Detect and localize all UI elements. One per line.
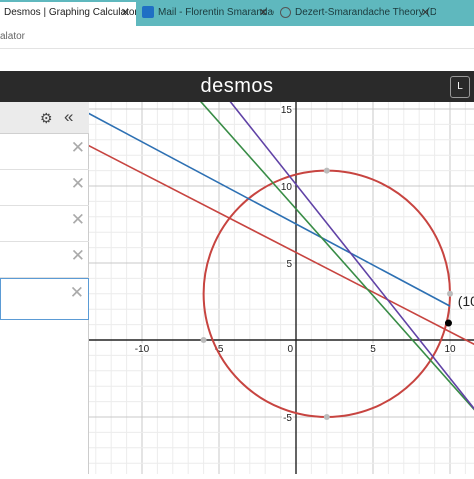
curves [80,86,474,418]
tab-mail[interactable]: Mail - Florentin Smarandache - O ✕ [138,2,274,26]
expression-row[interactable]: ✕ [0,242,89,278]
delete-icon[interactable]: ✕ [71,210,85,230]
point-circle-bottom [323,414,330,420]
outlook-icon [142,6,154,19]
tab-dezert[interactable]: Dezert-Smarandache Theory (DS ✕ [276,2,436,26]
close-icon[interactable]: ✕ [421,2,430,24]
graph-paper[interactable]: -10-5051015105-5 (10 [80,86,474,474]
address-text: alator [0,31,26,42]
y-tick-label: 5 [286,259,292,270]
x-tick-label: 5 [370,344,376,355]
address-bar[interactable]: alator [0,26,474,49]
delete-icon[interactable]: ✕ [71,174,85,194]
desmos-logo: desmos [200,75,274,97]
close-icon[interactable]: ✕ [121,2,130,24]
delete-icon[interactable]: ✕ [71,246,85,266]
point-intersection [444,319,452,327]
expression-row-active[interactable]: ✕ [0,278,89,320]
expression-panel: ⚙ « ✕ ✕ ✕ ✕ ✕ [0,102,89,474]
point-circle-left [200,337,207,343]
gear-icon[interactable]: ⚙ [40,110,53,127]
point-circle-right [447,290,453,297]
tab-label: Desmos | Graphing Calculator [4,7,136,18]
green-line [187,86,474,411]
x-tick-label: -10 [135,344,150,355]
expression-row[interactable]: ✕ [0,206,89,242]
globe-icon [280,6,291,18]
y-tick-label: 10 [281,182,293,193]
desmos-header: desmos L [0,71,474,102]
tab-label: Mail - Florentin Smarandache - O [158,7,274,18]
close-icon[interactable]: ✕ [259,2,268,24]
y-tick-label: 15 [281,105,293,116]
toolbar-spacer [0,49,474,71]
purple-line [218,86,474,410]
point-circle-top [323,167,330,174]
browser-tab-strip: Desmos | Graphing Calculator ✕ Mail - Fl… [0,0,474,26]
x-tick-label: 10 [444,344,456,355]
x-tick-label: 0 [287,344,293,355]
red-line [80,140,474,346]
collapse-icon[interactable]: « [64,107,73,127]
y-tick-label: -5 [283,413,292,424]
blue-line [80,108,451,307]
tab-desmos[interactable]: Desmos | Graphing Calculator ✕ [0,2,136,26]
graph-canvas[interactable]: -10-5051015105-5 (10 [80,86,474,474]
expression-row[interactable]: ✕ [0,170,89,206]
tab-label: Dezert-Smarandache Theory (DS [295,7,436,18]
delete-icon[interactable]: ✕ [70,283,84,303]
delete-icon[interactable]: ✕ [71,138,85,158]
expression-row[interactable]: ✕ [0,134,89,170]
header-button[interactable]: L [450,76,470,98]
point-label: (10 [458,293,474,309]
expression-toolbar: ⚙ « [0,102,89,134]
